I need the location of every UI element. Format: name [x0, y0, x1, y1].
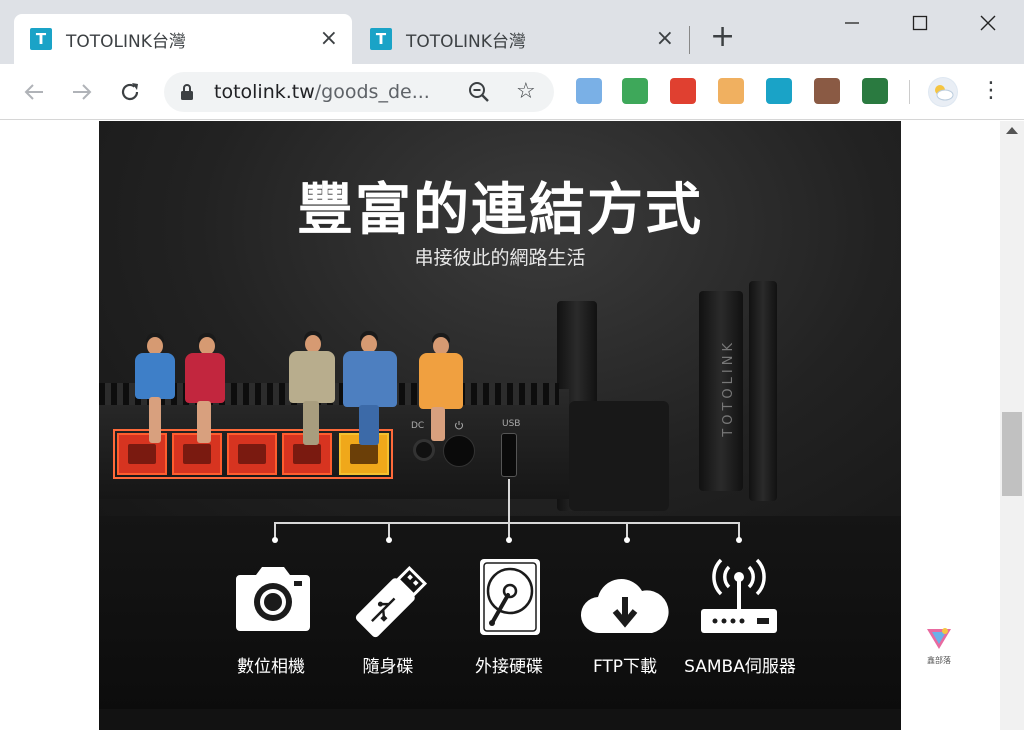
tab-strip: T TOTOLINK台灣 × T TOTOLINK台灣 × +: [0, 0, 1024, 64]
minimize-button[interactable]: [832, 8, 872, 38]
page-viewport: 豐富的連結方式 串接彼此的網路生活 TOTOLINK DC USB 數位相機 隨…: [0, 121, 1000, 730]
star-icon[interactable]: ☆: [516, 79, 536, 104]
banner-subline: 串接彼此的網路生活: [414, 247, 586, 269]
avatar-extension-icon[interactable]: [814, 78, 840, 104]
power-icon: [455, 421, 463, 430]
weather-avatar-icon: [929, 78, 957, 106]
reload-button[interactable]: [116, 78, 144, 106]
totolink-favicon-icon: T: [370, 28, 392, 50]
back-button[interactable]: [20, 78, 48, 106]
usb-port-label: USB: [502, 419, 521, 429]
arrow-left-icon: [24, 84, 43, 100]
tree-node: [272, 537, 278, 543]
lock-icon: [181, 84, 193, 100]
minimize-icon: [845, 22, 859, 24]
tab-totolink-1[interactable]: T TOTOLINK台灣 ×: [14, 14, 352, 64]
usb-drive-icon: [355, 565, 427, 638]
router-server-icon: [701, 558, 777, 633]
url-path: /goods_de...: [314, 81, 430, 103]
share-extension-icon[interactable]: [766, 78, 792, 104]
address-bar[interactable]: totolink.tw/goods_de... ☆: [164, 72, 554, 112]
watermark-text: 鑫部落: [927, 656, 951, 665]
connectivity-banner: 豐富的連結方式 串接彼此的網路生活 TOTOLINK DC USB 數位相機 隨…: [99, 121, 901, 730]
lan-port: [227, 433, 277, 475]
tab-title: TOTOLINK台灣: [406, 31, 526, 52]
address-url: totolink.tw/goods_de...: [214, 81, 430, 103]
tab-close-icon[interactable]: ×: [656, 28, 674, 50]
tree-node: [624, 537, 630, 543]
dc-port-label: DC: [411, 421, 425, 431]
tree-node: [506, 537, 512, 543]
tree-node: [386, 537, 392, 543]
banner-bottom-strip: [99, 709, 901, 730]
usb-port: [501, 433, 517, 477]
hard-disk-icon: [480, 559, 540, 635]
url-host: totolink.tw: [214, 81, 315, 103]
tree-bar: [274, 522, 740, 524]
tab-close-icon[interactable]: ×: [320, 28, 338, 50]
router-stand: [569, 401, 669, 511]
maximize-icon: [912, 15, 928, 31]
tree-node: [736, 537, 742, 543]
new-tab-button[interactable]: +: [710, 22, 735, 52]
close-window-button[interactable]: [968, 8, 1008, 38]
forward-button[interactable]: [68, 78, 96, 106]
notes-extension-icon[interactable]: [576, 78, 602, 104]
screen-capture-extension-icon[interactable]: [862, 78, 888, 104]
tab-title: TOTOLINK台灣: [66, 31, 186, 52]
face-extension-icon[interactable]: [718, 78, 744, 104]
arrow-right-icon: [73, 84, 92, 100]
browser-menu-button[interactable]: ⋮: [980, 80, 1002, 102]
maximize-button[interactable]: [900, 8, 940, 38]
service-label-samba: SAMBA伺服器: [684, 657, 796, 677]
shield-extension-icon[interactable]: [670, 78, 696, 104]
watermark: 鑫部落: [919, 625, 959, 666]
totolink-favicon-icon: T: [30, 28, 52, 50]
browser-toolbar: totolink.tw/goods_de... ☆: [0, 64, 1024, 120]
cloud-download-icon: [580, 579, 669, 634]
camera-icon: [236, 567, 310, 631]
dc-power-jack: [413, 439, 435, 461]
router-antenna: [749, 281, 777, 501]
tab-separator: [689, 26, 690, 54]
reload-icon: [121, 83, 139, 101]
close-icon: [980, 15, 996, 31]
scroll-up-arrow-icon[interactable]: [1006, 127, 1018, 134]
banner-headline: 豐富的連結方式: [297, 178, 703, 243]
scroll-thumb[interactable]: [1002, 412, 1022, 496]
tree-stem: [508, 479, 510, 523]
router-brand-text: TOTOLINK: [721, 339, 736, 437]
zoom-out-icon[interactable]: [468, 81, 490, 103]
power-button: [443, 435, 475, 467]
profile-avatar[interactable]: [928, 77, 958, 107]
vertical-scrollbar[interactable]: [1000, 121, 1024, 730]
toolbar-separator: [909, 80, 910, 104]
tab-totolink-2[interactable]: T TOTOLINK台灣 ×: [354, 14, 688, 64]
mail-check-extension-icon[interactable]: [622, 78, 648, 104]
watermark-logo-icon: [927, 628, 951, 649]
